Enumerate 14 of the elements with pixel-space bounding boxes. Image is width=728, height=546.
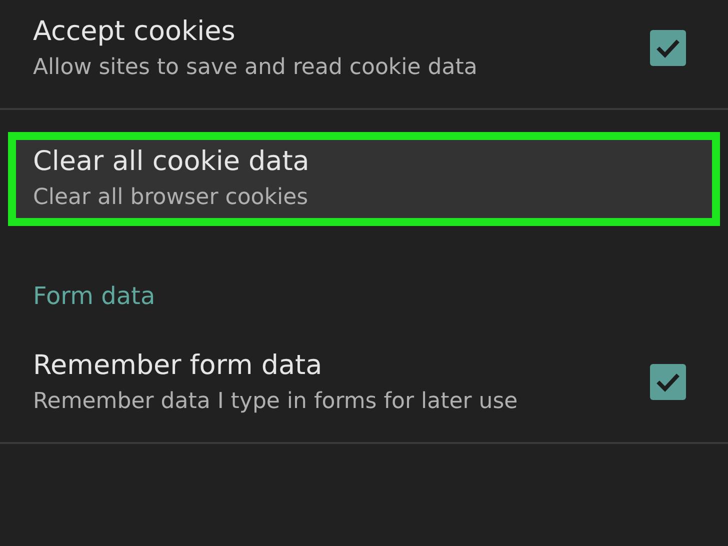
setting-summary: Remember data I type in forms for later use — [33, 389, 518, 414]
setting-summary: Allow sites to save and read cookie data — [33, 55, 478, 80]
section-header: Form data — [32, 281, 156, 312]
checkbox[interactable] — [650, 30, 686, 66]
check-icon — [655, 37, 681, 59]
setting-title: Remember form data — [33, 350, 324, 381]
highlighted-setting-row[interactable]: Clear all cookie data Clear all browser cookies — [8, 132, 720, 226]
setting-title: Clear all cookie data — [33, 146, 310, 177]
setting-summary: Clear all browser cookies — [33, 185, 310, 210]
check-icon — [655, 371, 681, 393]
setting-title: Accept cookies — [33, 16, 236, 47]
setting-row[interactable]: Accept cookies Allow sites to save and read cookie data — [0, 10, 728, 94]
setting-row[interactable]: Remember form data Remember data I type in forms for later use — [0, 344, 728, 428]
checkbox[interactable] — [650, 364, 686, 400]
